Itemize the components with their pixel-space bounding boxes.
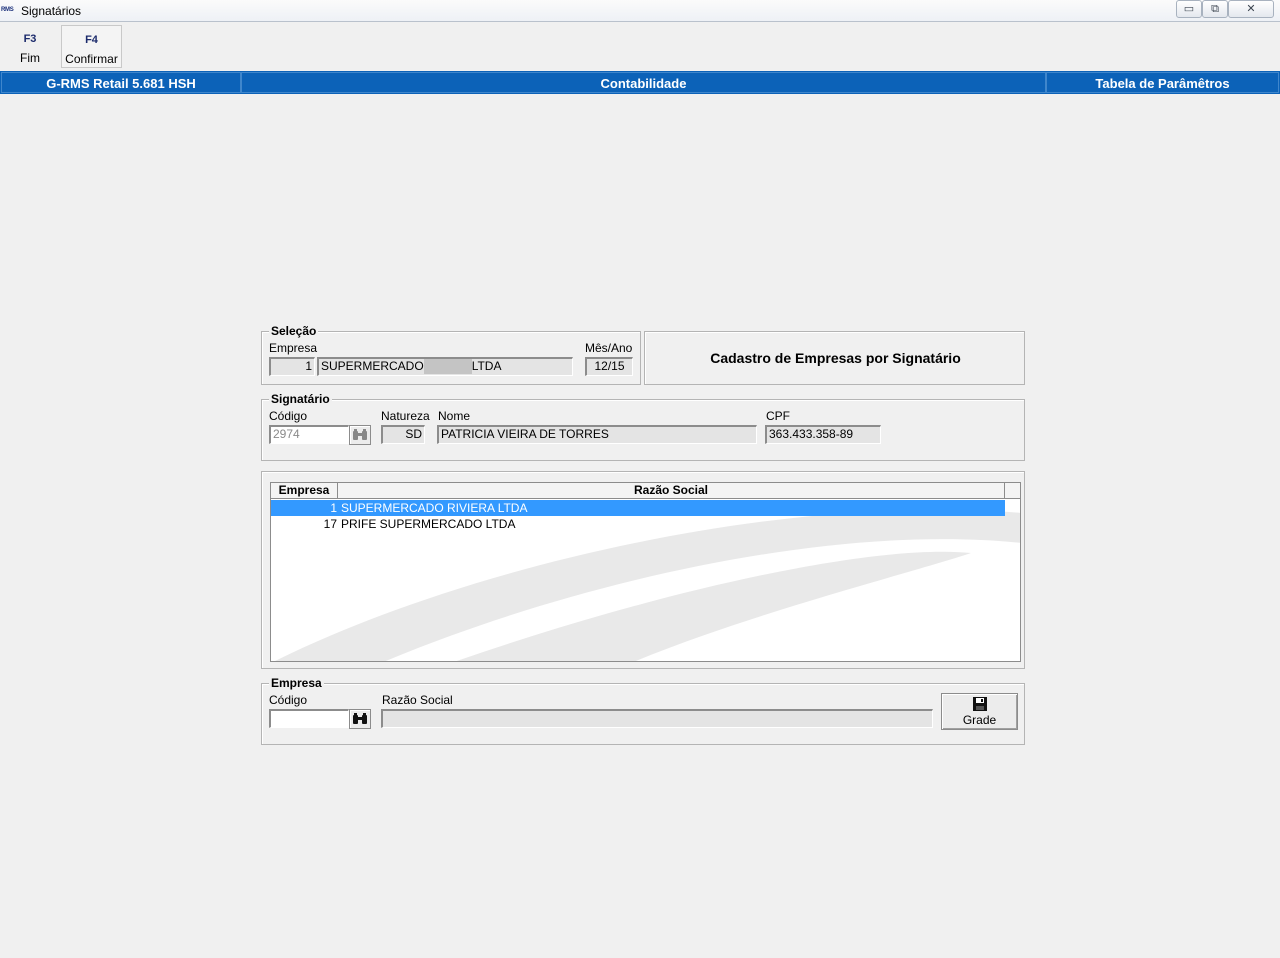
natureza-label: Natureza <box>381 409 430 423</box>
signatario-lookup-button[interactable] <box>349 425 371 445</box>
empresa-razao-label: Razão Social <box>382 693 453 707</box>
app-version: G-RMS Retail 5.681 HSH <box>1 72 241 93</box>
nome-label: Nome <box>438 409 471 423</box>
table-row[interactable]: 1 SUPERMERCADO RIVIERA LTDA <box>271 500 1005 516</box>
binoculars-icon <box>353 713 367 724</box>
empresa-razao-field <box>381 709 933 728</box>
empresa-name-field: SUPERMERCADO LTDA <box>317 357 573 376</box>
row-razao-social: PRIFE SUPERMERCADO LTDA <box>341 517 516 531</box>
fim-button[interactable]: F3 Fim <box>0 25 60 68</box>
selecao-title: Seleção <box>269 324 319 338</box>
grid-header: Empresa Razão Social <box>271 483 1020 499</box>
page-heading: Cadastro de Empresas por Signatário <box>710 350 961 366</box>
table-row[interactable]: 17 PRIFE SUPERMERCADO LTDA <box>271 516 1005 532</box>
redacted-block <box>423 359 472 374</box>
column-header-razao-social[interactable]: Razão Social <box>338 483 1005 499</box>
grade-button[interactable]: Grade <box>941 693 1018 730</box>
restore-icon[interactable]: ⧉ <box>1202 0 1228 18</box>
mes-ano-field: 12/15 <box>585 357 633 376</box>
confirmar-label: Confirmar <box>65 52 118 66</box>
empresa-codigo-input[interactable] <box>269 709 349 728</box>
empresa-codigo-label: Código <box>269 693 308 707</box>
window-titlebar: RMS Signatários ▭ ⧉ ✕ <box>0 0 1280 22</box>
empresa-lookup-button[interactable] <box>349 709 371 729</box>
empresas-grid[interactable]: Empresa Razão Social 1 SUPERMERCADO RIVI… <box>270 482 1021 662</box>
header-bar: G-RMS Retail 5.681 HSH Contabilidade Tab… <box>0 71 1280 94</box>
binoculars-icon <box>353 429 367 440</box>
natureza-field: SD <box>381 425 425 444</box>
empresa-code-field: 1 <box>269 357 315 376</box>
fim-key: F3 <box>23 33 37 45</box>
row-empresa: 17 <box>323 517 337 531</box>
row-razao-social: SUPERMERCADO RIVIERA LTDA <box>341 501 528 515</box>
confirmar-button[interactable]: F4 Confirmar <box>61 25 122 68</box>
window-title: Signatários <box>21 4 82 18</box>
app-icon: RMS <box>1 7 14 13</box>
empresa-name-prefix: SUPERMERCADO <box>321 359 424 373</box>
close-icon[interactable]: ✕ <box>1228 0 1274 18</box>
floppy-disk-icon <box>972 697 987 711</box>
cpf-label: CPF <box>766 409 790 423</box>
minimize-icon[interactable]: ▭ <box>1176 0 1202 18</box>
cpf-field: 363.433.358-89 <box>765 425 881 444</box>
confirmar-key: F4 <box>85 34 98 46</box>
signatario-codigo-field[interactable]: 2974 <box>269 425 349 444</box>
heading-box: Cadastro de Empresas por Signatário <box>644 331 1025 385</box>
mes-ano-label: Mês/Ano <box>585 341 633 355</box>
scrollbar-corner <box>1005 483 1020 499</box>
signatario-codigo-label: Código <box>269 409 308 423</box>
empresa-group-title: Empresa <box>269 676 324 690</box>
row-empresa: 1 <box>330 501 337 515</box>
column-header-empresa[interactable]: Empresa <box>271 483 338 499</box>
empresa-name-suffix: LTDA <box>471 359 502 373</box>
empresa-label: Empresa <box>269 341 318 355</box>
signatario-title: Signatário <box>269 392 332 406</box>
fim-label: Fim <box>20 51 40 65</box>
section-name: Tabela de Parâmêtros <box>1046 72 1279 93</box>
nome-field: PATRICIA VIEIRA DE TORRES <box>437 425 757 444</box>
module-name: Contabilidade <box>241 72 1046 93</box>
grade-label: Grade <box>962 713 997 727</box>
